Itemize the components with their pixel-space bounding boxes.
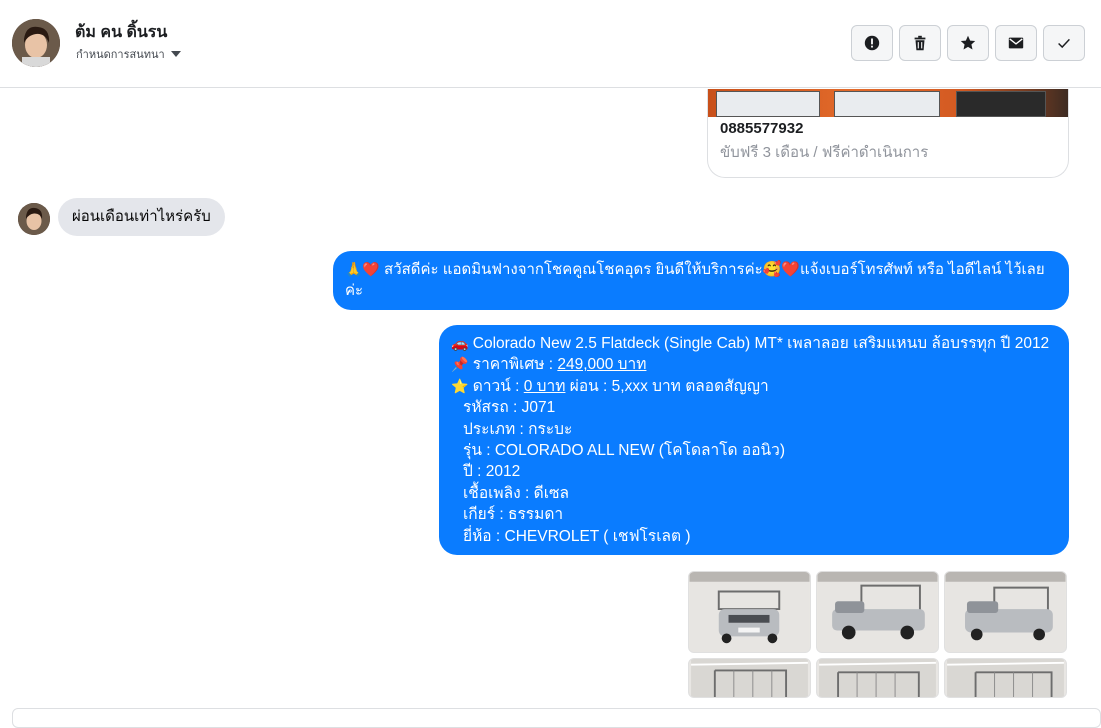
down-label: ดาวน์ : <box>472 377 524 395</box>
greeting-text: สวัสดีค่ะ แอดมินฟางจากโชคคูณโชคอุดร ยินด… <box>345 261 1045 299</box>
card-phone-number: 0885577932 <box>720 120 804 137</box>
pin-icon: 📌 <box>451 356 469 373</box>
star-emoji-icon: ⭐ <box>451 377 469 394</box>
listing-price-line: 📌 ราคาพิเศษ : 249,000 บาท <box>451 354 1057 375</box>
car-front-photo[interactable] <box>688 571 811 653</box>
car-rack-photo-1[interactable] <box>688 658 811 698</box>
car-side-photo[interactable] <box>816 571 939 653</box>
spec-line: รหัสรถ : J071 <box>463 399 556 417</box>
spec-line: เชื้อเพลิง : ดีเซล <box>463 484 570 502</box>
car-rack-photo-3[interactable] <box>944 658 1067 698</box>
greeting-emoji: 🙏❤️ <box>345 261 380 277</box>
outgoing-message-greeting[interactable]: 🙏❤️ สวัสดีค่ะ แอดมินฟางจากโชคคูณโชคอุดร … <box>333 251 1069 310</box>
installment-text: ผ่อน : 5,xxx บาท ตลอดสัญญา <box>565 377 769 395</box>
check-icon <box>1058 38 1070 49</box>
car-rack-photo-2[interactable] <box>816 658 939 698</box>
delete-button[interactable] <box>899 25 941 61</box>
star-button[interactable] <box>947 25 989 61</box>
mark-unread-button[interactable] <box>995 25 1037 61</box>
listing-title-line: 🚗 Colorado New 2.5 Flatdeck (Single Cab)… <box>451 333 1057 354</box>
spec-line: ประเภท : กระบะ <box>463 420 573 438</box>
done-button[interactable] <box>1043 25 1085 61</box>
price-value: 249,000 บาท <box>557 356 647 374</box>
listing-title: Colorado New 2.5 Flatdeck (Single Cab) M… <box>472 335 1050 352</box>
envelope-icon <box>1008 37 1024 49</box>
conversation-subtitle: กำหนดการสนทนา <box>76 49 165 61</box>
message-thread[interactable]: 0885577932 ขับฟรี 3 เดือน / ฟรีค่าดำเนิน… <box>0 89 1101 698</box>
price-label: ราคาพิเศษ : <box>472 356 558 374</box>
car-icon: 🚗 <box>451 335 469 351</box>
spec-line: ปี : 2012 <box>463 463 521 481</box>
card-description: ขับฟรี 3 เดือน / ฟรีค่าดำเนินการ <box>720 144 929 161</box>
contact-avatar[interactable] <box>12 19 60 67</box>
down-value: 0 บาท <box>523 377 566 395</box>
trash-icon <box>914 35 926 51</box>
caret-down-icon <box>170 51 181 57</box>
contact-name[interactable]: ต้ม คน ดิ้นรน <box>75 20 167 45</box>
listing-down-line: ⭐ ดาวน์ : 0 บาท ผ่อน : 5,xxx บาท ตลอดสัญ… <box>451 376 1057 397</box>
header-actions <box>851 25 1085 61</box>
link-preview-card[interactable]: 0885577932 ขับฟรี 3 เดือน / ฟรีค่าดำเนิน… <box>707 89 1069 178</box>
report-button[interactable] <box>851 25 893 61</box>
conversation-assign-dropdown[interactable]: กำหนดการสนทนา <box>76 45 181 63</box>
star-icon <box>960 35 976 50</box>
spec-line: รุ่น : COLORADO ALL NEW (โคโดลาโด ออนิว) <box>463 442 786 460</box>
alert-icon <box>864 35 880 51</box>
spec-line: เกียร์ : ธรรมดา <box>463 506 564 524</box>
outgoing-message-listing[interactable]: 🚗 Colorado New 2.5 Flatdeck (Single Cab)… <box>439 325 1069 555</box>
car-angle-photo[interactable] <box>944 571 1067 653</box>
spec-line: ยี่ห้อ : CHEVROLET ( เชฟโรเลต ) <box>463 527 691 545</box>
message-composer[interactable] <box>12 708 1101 728</box>
conversation-header: ต้ม คน ดิ้นรน กำหนดการสนทนา <box>0 0 1101 88</box>
sender-avatar <box>18 203 50 235</box>
incoming-message[interactable]: ผ่อนเดือนเท่าไหร่ครับ <box>58 198 225 236</box>
link-preview-image <box>708 89 1068 117</box>
